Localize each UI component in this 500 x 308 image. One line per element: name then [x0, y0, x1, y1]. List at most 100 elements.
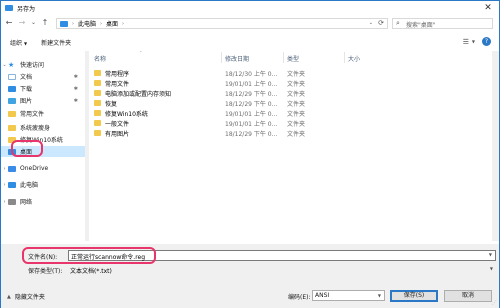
list-item[interactable]: 电脑添加或配置内存须知 18/12/29 下午 0... 文件夹 — [91, 88, 391, 98]
nav-item-label: 下载 — [20, 86, 33, 93]
list-item[interactable]: 常用程序 18/12/30 上午 0... 文件夹 — [91, 68, 391, 78]
chevron-down-icon[interactable]: ▼ — [490, 266, 493, 271]
nav-item-label: 图片 — [20, 98, 33, 105]
nav-item-this-pc[interactable]: › 此电脑 — [1, 179, 85, 190]
list-item[interactable]: 常用文件 19/01/01 上午 0... 文件夹 — [91, 78, 391, 88]
chevron-right-icon: › — [100, 20, 103, 27]
save-button[interactable]: 保存(S) — [390, 290, 438, 302]
view-options-icon[interactable]: ☰ — [463, 38, 469, 46]
nav-scrollbar[interactable] — [85, 51, 89, 241]
notepad-icon — [5, 5, 13, 11]
navigation-pane: ⌄ ★ 快速访问 文档 ✱ 下载 ✱ 图片 ✱ 常用文件 系统疲瘦身 修复Win… — [1, 51, 85, 241]
network-icon — [8, 198, 16, 205]
list-item[interactable]: 有用图片 18/12/29 下午 0... 文件夹 — [91, 128, 391, 138]
chevron-right-icon[interactable]: › — [1, 182, 8, 188]
column-name[interactable]: 名称 — [94, 54, 106, 63]
file-type: 文件夹 — [287, 101, 306, 108]
computer-icon — [60, 20, 68, 27]
nav-item-label: 网络 — [20, 199, 33, 206]
folder-icon — [94, 100, 101, 106]
chevron-right-icon[interactable]: › — [1, 199, 8, 205]
star-icon: ★ — [8, 60, 15, 69]
chevron-down-icon: ▼ — [24, 40, 28, 46]
file-name: 常用程序 — [105, 71, 130, 78]
folder-icon — [94, 110, 101, 116]
dialog-footer: ▲ 隐藏文件夹 编码(E): ANSI ▼ 保存(S) 取消 ⋰ — [1, 280, 499, 308]
chevron-down-icon[interactable]: ⌄ — [1, 62, 8, 68]
list-scrollbar[interactable] — [492, 51, 499, 241]
encoding-value: ANSI — [315, 292, 330, 299]
nav-item-downloads[interactable]: 下载 ✱ — [1, 83, 85, 94]
address-dropdown-icon[interactable]: ⌄ — [369, 20, 373, 26]
column-date-modified[interactable]: 修改日期 — [225, 54, 249, 63]
file-name: 修复Win10系统 — [105, 111, 148, 118]
file-date: 19/01/01 上午 0... — [225, 111, 278, 118]
download-icon — [8, 85, 16, 92]
column-header: ⌃ 名称 修改日期 类型 大小 — [91, 50, 491, 64]
column-size[interactable]: 大小 — [348, 54, 360, 63]
file-date: 19/01/01 上午 0... — [225, 81, 278, 88]
hide-folders-toggle[interactable]: ▲ 隐藏文件夹 — [7, 292, 45, 302]
encoding-select[interactable]: ANSI ▼ — [312, 290, 385, 301]
chevron-right-icon[interactable]: › — [1, 166, 8, 172]
list-item[interactable]: 一般文件 19/01/01 上午 0... 文件夹 — [91, 118, 391, 128]
back-button[interactable]: ← — [4, 18, 14, 28]
folder-icon — [8, 110, 16, 117]
computer-icon — [8, 181, 16, 188]
nav-item-onedrive[interactable]: › OneDrive — [1, 163, 85, 174]
file-type: 文件夹 — [287, 111, 306, 118]
chevron-down-icon[interactable]: ▼ — [489, 252, 492, 257]
up-button[interactable]: ↑ — [40, 18, 50, 28]
filetype-label: 保存类型(T): — [28, 268, 63, 275]
nav-item-network[interactable]: › 网络 — [1, 196, 85, 207]
help-button[interactable]: ? — [482, 37, 491, 46]
nav-item-common-files[interactable]: 常用文件 — [1, 108, 85, 119]
breadcrumb-desktop[interactable]: 桌面 — [106, 19, 118, 28]
nav-item-label: 系统疲瘦身 — [20, 125, 51, 132]
chevron-down-icon[interactable]: ▼ — [472, 39, 475, 44]
folder-icon — [94, 80, 101, 86]
nav-item-label: 此电脑 — [20, 182, 39, 189]
refresh-button[interactable]: ⟳ — [378, 19, 384, 27]
close-button[interactable]: ✕ — [483, 3, 493, 13]
highlight-desktop — [11, 140, 43, 157]
save-fields: 文件名(N): 正常运行scannow命令.reg ▼ 保存类型(T): 文本文… — [1, 244, 499, 280]
new-folder-button[interactable]: 新建文件夹 — [41, 38, 71, 47]
folder-icon — [94, 90, 101, 96]
nav-item-system-slim[interactable]: 系统疲瘦身 — [1, 122, 85, 133]
list-item[interactable]: 恢复 18/12/29 下午 0... 文件夹 — [91, 98, 391, 108]
save-as-dialog: 另存为 ✕ ← → ⌄ ↑ › 此电脑 › 桌面 › ⌄ ⟳ ⌕ 搜索"桌面" … — [0, 0, 500, 308]
search-input[interactable]: ⌕ 搜索"桌面" — [392, 18, 493, 29]
organize-button[interactable]: 组织 ▼ — [10, 38, 27, 47]
column-type[interactable]: 类型 — [287, 54, 299, 63]
file-name: 恢复 — [105, 101, 118, 108]
file-date: 18/12/30 上午 0... — [225, 71, 278, 78]
file-type: 文件夹 — [287, 81, 306, 88]
chevron-right-icon: › — [122, 20, 125, 27]
document-icon — [8, 73, 16, 80]
breadcrumb-this-pc[interactable]: 此电脑 — [78, 19, 96, 28]
file-date: 18/12/29 下午 0... — [225, 101, 278, 108]
chevron-down-icon: ▼ — [377, 293, 381, 298]
file-date: 19/01/01 上午 0... — [225, 121, 278, 128]
highlight-filename — [22, 247, 156, 264]
file-type: 文件夹 — [287, 121, 306, 128]
address-bar[interactable]: › 此电脑 › 桌面 › ⌄ ⟳ — [56, 18, 388, 29]
cancel-button[interactable]: 取消 — [444, 290, 492, 302]
file-date: 18/12/29 下午 0... — [225, 131, 278, 138]
title-bar: 另存为 ✕ — [1, 1, 499, 15]
file-name: 常用文件 — [105, 81, 130, 88]
resize-grip-icon[interactable]: ⋰ — [492, 300, 497, 306]
forward-button[interactable]: → — [17, 18, 27, 28]
nav-item-documents[interactable]: 文档 ✱ — [1, 71, 85, 82]
nav-item-label: 常用文件 — [20, 111, 45, 118]
nav-item-quick-access[interactable]: ⌄ ★ 快速访问 — [1, 59, 85, 70]
nav-item-label: 快速访问 — [20, 62, 45, 69]
list-item[interactable]: 修复Win10系统 19/01/01 上午 0... 文件夹 — [91, 108, 391, 118]
file-name: 有用图片 — [105, 131, 130, 138]
folder-icon — [94, 130, 101, 136]
nav-item-pictures[interactable]: 图片 ✱ — [1, 95, 85, 106]
recent-locations-dropdown[interactable]: ⌄ — [30, 18, 37, 28]
filetype-select[interactable]: 文本文档(*.txt) ▼ — [68, 265, 496, 275]
pin-icon: ✱ — [73, 85, 78, 92]
